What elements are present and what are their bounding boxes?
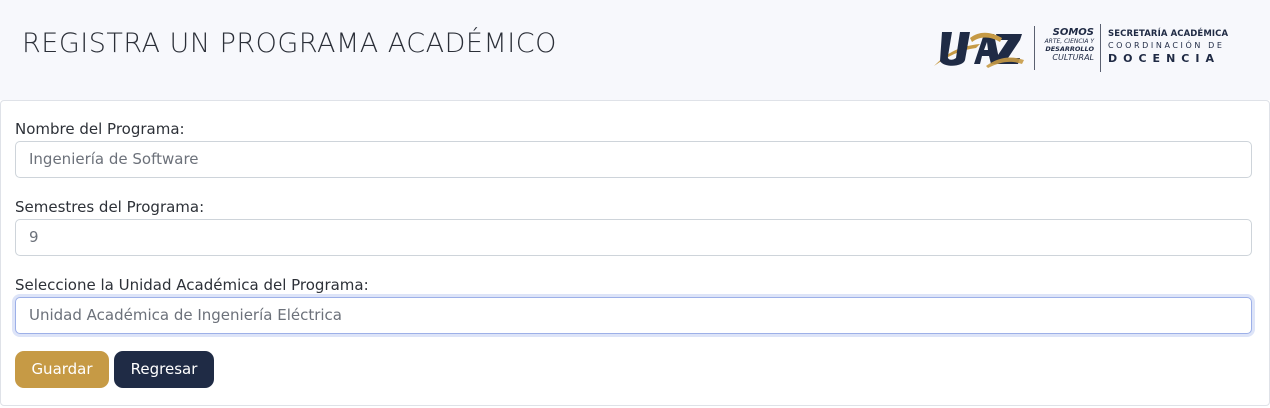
secretaria-line3: DOCENCIA	[1108, 51, 1220, 65]
unidad-label: Seleccione la Unidad Académica del Progr…	[15, 276, 369, 294]
secretaria-line1: SECRETARÍA ACADÉMICA	[1108, 29, 1229, 39]
semestres-label: Semestres del Programa:	[15, 198, 205, 216]
logo-divider	[1034, 26, 1035, 70]
page-title: REGISTRA UN PROGRAMA ACADÉMICO	[22, 28, 557, 59]
somos-line2: DESARROLLO	[1045, 45, 1094, 53]
secretaria-logo: SECRETARÍA ACADÉMICA COORDINACIÓN DE DOC…	[1108, 30, 1240, 64]
logo-divider	[1100, 24, 1101, 72]
header-logos: SOMOS ARTE, CIENCIA Y DESARROLLO CULTURA…	[930, 22, 1240, 74]
secretaria-line2: COORDINACIÓN DE	[1108, 40, 1225, 50]
regresar-button[interactable]: Regresar	[114, 351, 214, 388]
page-header: REGISTRA UN PROGRAMA ACADÉMICO SOMOS ART…	[0, 0, 1270, 100]
somos-logo: SOMOS ARTE, CIENCIA Y DESARROLLO CULTURA…	[1042, 28, 1094, 62]
unidad-select[interactable]: Unidad Académica de Ingeniería Eléctrica	[15, 297, 1252, 334]
guardar-button[interactable]: Guardar	[15, 351, 109, 388]
uaz-logo-icon	[934, 32, 1024, 68]
semestres-input[interactable]: 9	[15, 219, 1252, 256]
somos-line3: CULTURAL	[1052, 52, 1094, 62]
nombre-input[interactable]: Ingeniería de Software	[15, 141, 1252, 178]
somos-word: SOMOS	[1052, 27, 1094, 38]
nombre-label: Nombre del Programa:	[15, 120, 185, 138]
